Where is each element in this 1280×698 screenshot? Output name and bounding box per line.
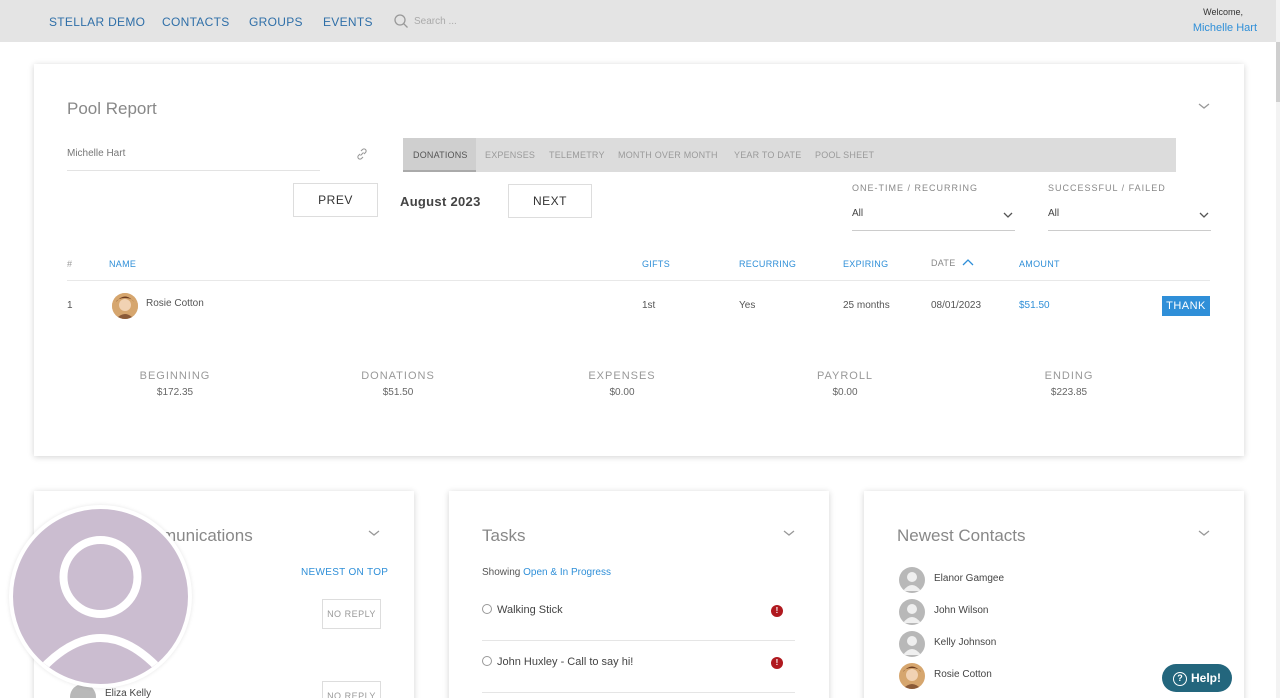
help-button[interactable]: ? Help!: [1162, 664, 1232, 692]
search-icon[interactable]: [393, 13, 409, 29]
pool-user-underline: [67, 170, 320, 171]
task-divider: [482, 640, 795, 641]
no-reply-badge[interactable]: NO REPLY: [322, 599, 381, 629]
filter-recurring-value: All: [852, 208, 864, 219]
chevron-down-icon: [1003, 212, 1013, 218]
task-divider: [482, 692, 795, 693]
column-header-date[interactable]: DATE: [931, 258, 974, 268]
row-name[interactable]: Rosie Cotton: [146, 298, 204, 309]
user-profile-avatar[interactable]: [9, 505, 192, 688]
prev-month-button[interactable]: PREV: [293, 183, 378, 217]
communication-contact-name: Eliza Kelly: [105, 688, 152, 698]
summary-beginning-label: BEGINNING: [139, 370, 211, 382]
task-checkbox[interactable]: [482, 656, 492, 666]
filter-recurring-label: ONE-TIME / RECURRING: [852, 183, 979, 193]
chevron-down-icon: [1199, 212, 1209, 218]
pool-report-title: Pool Report: [67, 99, 157, 118]
nav-groups-link[interactable]: GROUPS: [249, 15, 303, 29]
current-month-label: August 2023: [400, 194, 481, 209]
no-reply-badge[interactable]: NO REPLY: [322, 681, 381, 698]
avatar: [899, 663, 925, 689]
column-header-amount[interactable]: AMOUNT: [1019, 259, 1060, 269]
filter-status-select[interactable]: All: [1048, 205, 1211, 231]
row-expiring: 25 months: [843, 300, 890, 311]
summary-donations-value: $51.50: [382, 387, 414, 398]
row-amount[interactable]: $51.50: [1019, 300, 1050, 311]
contact-name: John Wilson: [934, 605, 989, 616]
page-scrollbar[interactable]: [1276, 0, 1280, 698]
filter-recurring-select[interactable]: All: [852, 205, 1015, 231]
tasks-filter-text: Showing Open & In Progress: [482, 567, 611, 578]
scrollbar-thumb[interactable]: [1276, 42, 1280, 102]
report-tabs: DONATIONS EXPENSES TELEMETRY MONTH OVER …: [403, 138, 1176, 172]
alert-icon: !: [771, 605, 783, 617]
avatar: [112, 293, 138, 319]
table-header-divider: [67, 280, 1210, 281]
column-header-date-label: DATE: [931, 258, 956, 268]
collapse-chevron-icon[interactable]: [782, 528, 796, 538]
tab-expenses[interactable]: EXPENSES: [485, 150, 535, 160]
summary-ending-value: $223.85: [1050, 387, 1088, 398]
welcome-text: Welcome,: [1203, 7, 1243, 17]
alert-icon: !: [771, 657, 783, 669]
nav-contacts-link[interactable]: CONTACTS: [162, 15, 230, 29]
summary-payroll-label: PAYROLL: [816, 370, 874, 382]
avatar: [899, 599, 925, 625]
person-icon: [29, 536, 172, 682]
summary-expenses-label: EXPENSES: [588, 370, 656, 382]
summary-donations-label: DONATIONS: [361, 370, 435, 382]
column-header-recurring[interactable]: RECURRING: [739, 259, 796, 269]
filter-status-value: All: [1048, 208, 1060, 219]
next-month-button[interactable]: NEXT: [508, 184, 592, 218]
contact-name: Rosie Cotton: [934, 669, 992, 680]
task-item[interactable]: Walking Stick: [482, 604, 563, 616]
row-recurring: Yes: [739, 300, 756, 311]
help-question-icon: ?: [1173, 671, 1187, 686]
help-label: Help!: [1191, 670, 1221, 685]
row-gifts: 1st: [642, 300, 656, 311]
tasks-filter-link[interactable]: Open & In Progress: [523, 567, 611, 578]
column-header-gifts[interactable]: GIFTS: [642, 259, 670, 269]
collapse-chevron-icon[interactable]: [367, 528, 381, 538]
tab-donations[interactable]: DONATIONS: [413, 150, 468, 160]
thank-button[interactable]: THANK: [1162, 296, 1210, 316]
avatar: [899, 631, 925, 657]
top-navigation-bar: STELLAR DEMO CONTACTS GROUPS EVENTS Welc…: [0, 0, 1280, 42]
row-date: 08/01/2023: [931, 300, 982, 311]
tab-pool-sheet[interactable]: POOL SHEET: [815, 150, 874, 160]
column-header-number: #: [67, 259, 73, 269]
avatar: [899, 567, 925, 593]
tab-telemetry[interactable]: TELEMETRY: [549, 150, 605, 160]
nav-events-link[interactable]: EVENTS: [323, 15, 373, 29]
sort-newest-link[interactable]: NEWEST ON TOP: [301, 567, 388, 578]
filter-status-label: SUCCESSFUL / FAILED: [1048, 183, 1166, 193]
column-header-name[interactable]: NAME: [109, 259, 136, 269]
summary-beginning-value: $172.35: [156, 387, 194, 398]
pool-user-field[interactable]: Michelle Hart: [67, 148, 125, 159]
row-number: 1: [67, 300, 73, 311]
task-item[interactable]: John Huxley - Call to say hi!: [482, 656, 633, 668]
collapse-chevron-icon[interactable]: [1197, 101, 1211, 111]
tab-month-over-month[interactable]: MONTH OVER MONTH: [618, 150, 718, 160]
task-label: John Huxley - Call to say hi!: [497, 656, 634, 668]
summary-payroll-value: $0.00: [832, 387, 858, 398]
summary-expenses-value: $0.00: [609, 387, 635, 398]
contact-name: Kelly Johnson: [934, 637, 997, 648]
sort-ascending-icon: [962, 259, 974, 266]
tab-year-to-date[interactable]: YEAR TO DATE: [734, 150, 801, 160]
column-header-expiring[interactable]: EXPIRING: [843, 259, 888, 269]
communications-title: munications: [162, 526, 253, 545]
link-icon[interactable]: [355, 147, 369, 161]
tasks-title: Tasks: [482, 526, 526, 545]
tasks-filter-prefix: Showing: [482, 567, 521, 578]
collapse-chevron-icon[interactable]: [1197, 528, 1211, 538]
newest-contacts-title: Newest Contacts: [897, 526, 1026, 545]
search-input[interactable]: [414, 12, 554, 30]
task-label: Walking Stick: [497, 604, 563, 616]
current-user-link[interactable]: Michelle Hart: [1193, 22, 1257, 34]
nav-brand-link[interactable]: STELLAR DEMO: [49, 15, 145, 29]
summary-ending-label: ENDING: [1044, 370, 1094, 382]
task-checkbox[interactable]: [482, 604, 492, 614]
contact-name: Elanor Gamgee: [934, 573, 1005, 584]
